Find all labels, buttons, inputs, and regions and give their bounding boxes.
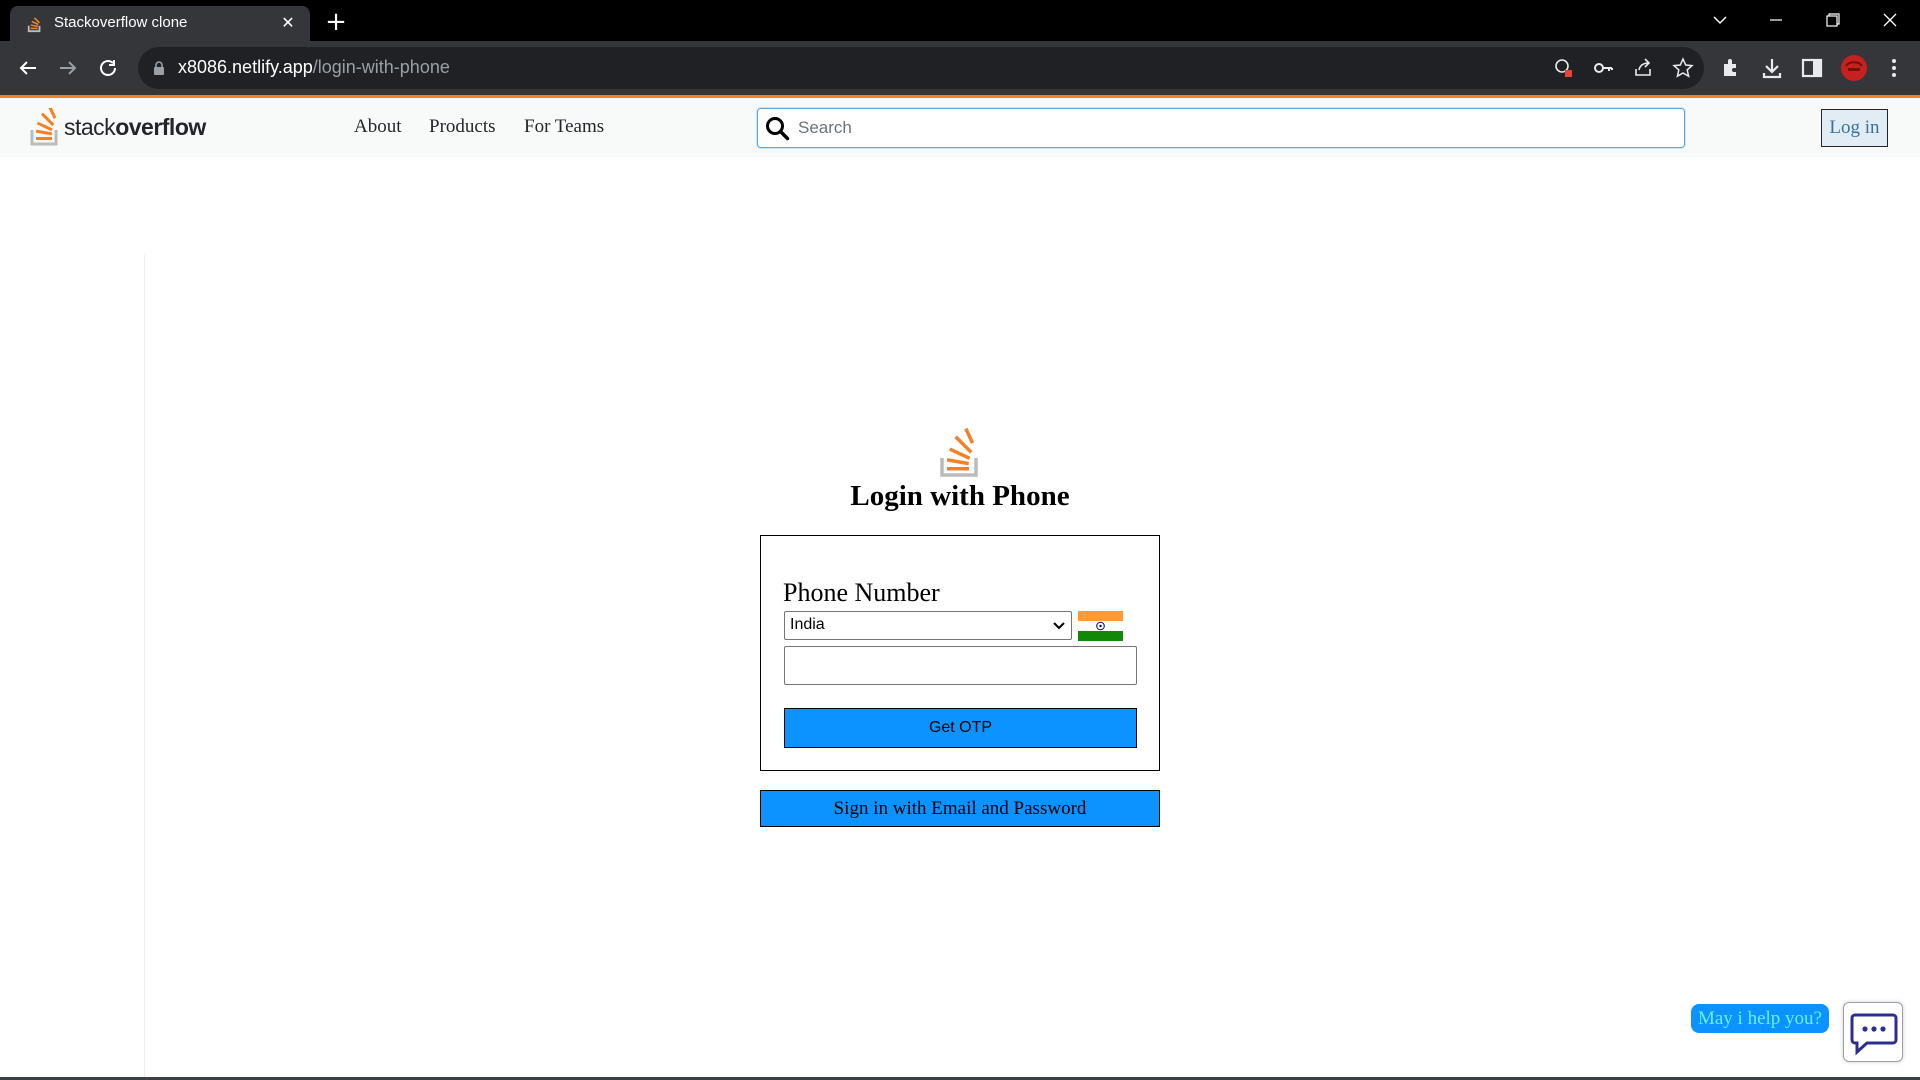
chat-button[interactable] — [1843, 1002, 1903, 1062]
close-window-icon[interactable] — [1870, 6, 1910, 34]
new-tab-button[interactable]: + — [322, 8, 350, 36]
tab-title: Stackoverflow clone — [54, 14, 188, 31]
page-title: Login with Phone — [850, 480, 1070, 512]
country-select-value: India — [790, 616, 825, 633]
address-bar[interactable]: x8086.netlify.app/login-with-phone — [138, 47, 1704, 89]
left-sidebar-divider — [144, 255, 145, 1080]
login-button[interactable]: Log in — [1821, 109, 1888, 147]
reload-icon[interactable] — [92, 52, 124, 84]
key-icon[interactable] — [1592, 57, 1614, 79]
forward-arrow-icon[interactable] — [52, 52, 84, 84]
search-icon — [766, 117, 790, 141]
profile-avatar[interactable] — [1840, 54, 1868, 82]
kebab-menu-icon[interactable] — [1882, 56, 1906, 80]
email-signin-button[interactable]: Sign in with Email and Password — [760, 790, 1160, 827]
extensions-icon[interactable] — [1720, 56, 1744, 80]
tracking-blocked-icon[interactable] — [1552, 57, 1574, 79]
stackoverflow-logo-icon — [940, 428, 978, 477]
url-text[interactable]: x8086.netlify.app/login-with-phone — [178, 57, 450, 78]
stackoverflow-logo-icon — [27, 17, 41, 33]
chevron-down-icon — [1053, 622, 1065, 630]
search-input[interactable] — [798, 115, 1668, 141]
nav-about[interactable]: About — [354, 116, 402, 138]
star-icon[interactable] — [1672, 57, 1694, 79]
phone-number-input[interactable] — [784, 646, 1137, 685]
search-bar[interactable] — [757, 108, 1685, 148]
site-logo[interactable]: stackoverflow — [30, 108, 210, 148]
restore-icon[interactable] — [1813, 6, 1853, 34]
site-header: stackoverflow About Products For Teams L… — [0, 98, 1920, 158]
tab-search-icon[interactable] — [1700, 6, 1740, 34]
india-flag-icon — [1078, 611, 1123, 641]
lock-icon[interactable] — [150, 59, 168, 77]
tab-close-icon[interactable]: ✕ — [278, 13, 298, 33]
browser-tab[interactable]: Stackoverflow clone ✕ — [10, 6, 310, 41]
logo-wordmark: stackoverflow — [64, 114, 206, 140]
country-select[interactable]: India — [784, 611, 1072, 640]
nav-products[interactable]: Products — [429, 116, 496, 138]
browser-toolbar: x8086.netlify.app/login-with-phone — [0, 41, 1920, 95]
share-icon[interactable] — [1632, 57, 1654, 79]
sidepanel-icon[interactable] — [1800, 56, 1824, 80]
chat-icon — [1850, 1013, 1898, 1056]
minimize-icon[interactable] — [1756, 6, 1796, 34]
back-arrow-icon[interactable] — [12, 52, 44, 84]
chat-prompt-bubble[interactable]: May i help you? — [1691, 1004, 1829, 1033]
phone-login-form: Phone Number India Get OTP — [760, 535, 1160, 771]
get-otp-button[interactable]: Get OTP — [784, 708, 1137, 748]
phone-number-label: Phone Number — [783, 578, 940, 607]
nav-for-teams[interactable]: For Teams — [524, 116, 604, 138]
download-icon[interactable] — [1760, 56, 1784, 80]
tab-strip: Stackoverflow clone ✕ + — [0, 0, 1920, 41]
stackoverflow-logo-icon — [30, 108, 58, 146]
